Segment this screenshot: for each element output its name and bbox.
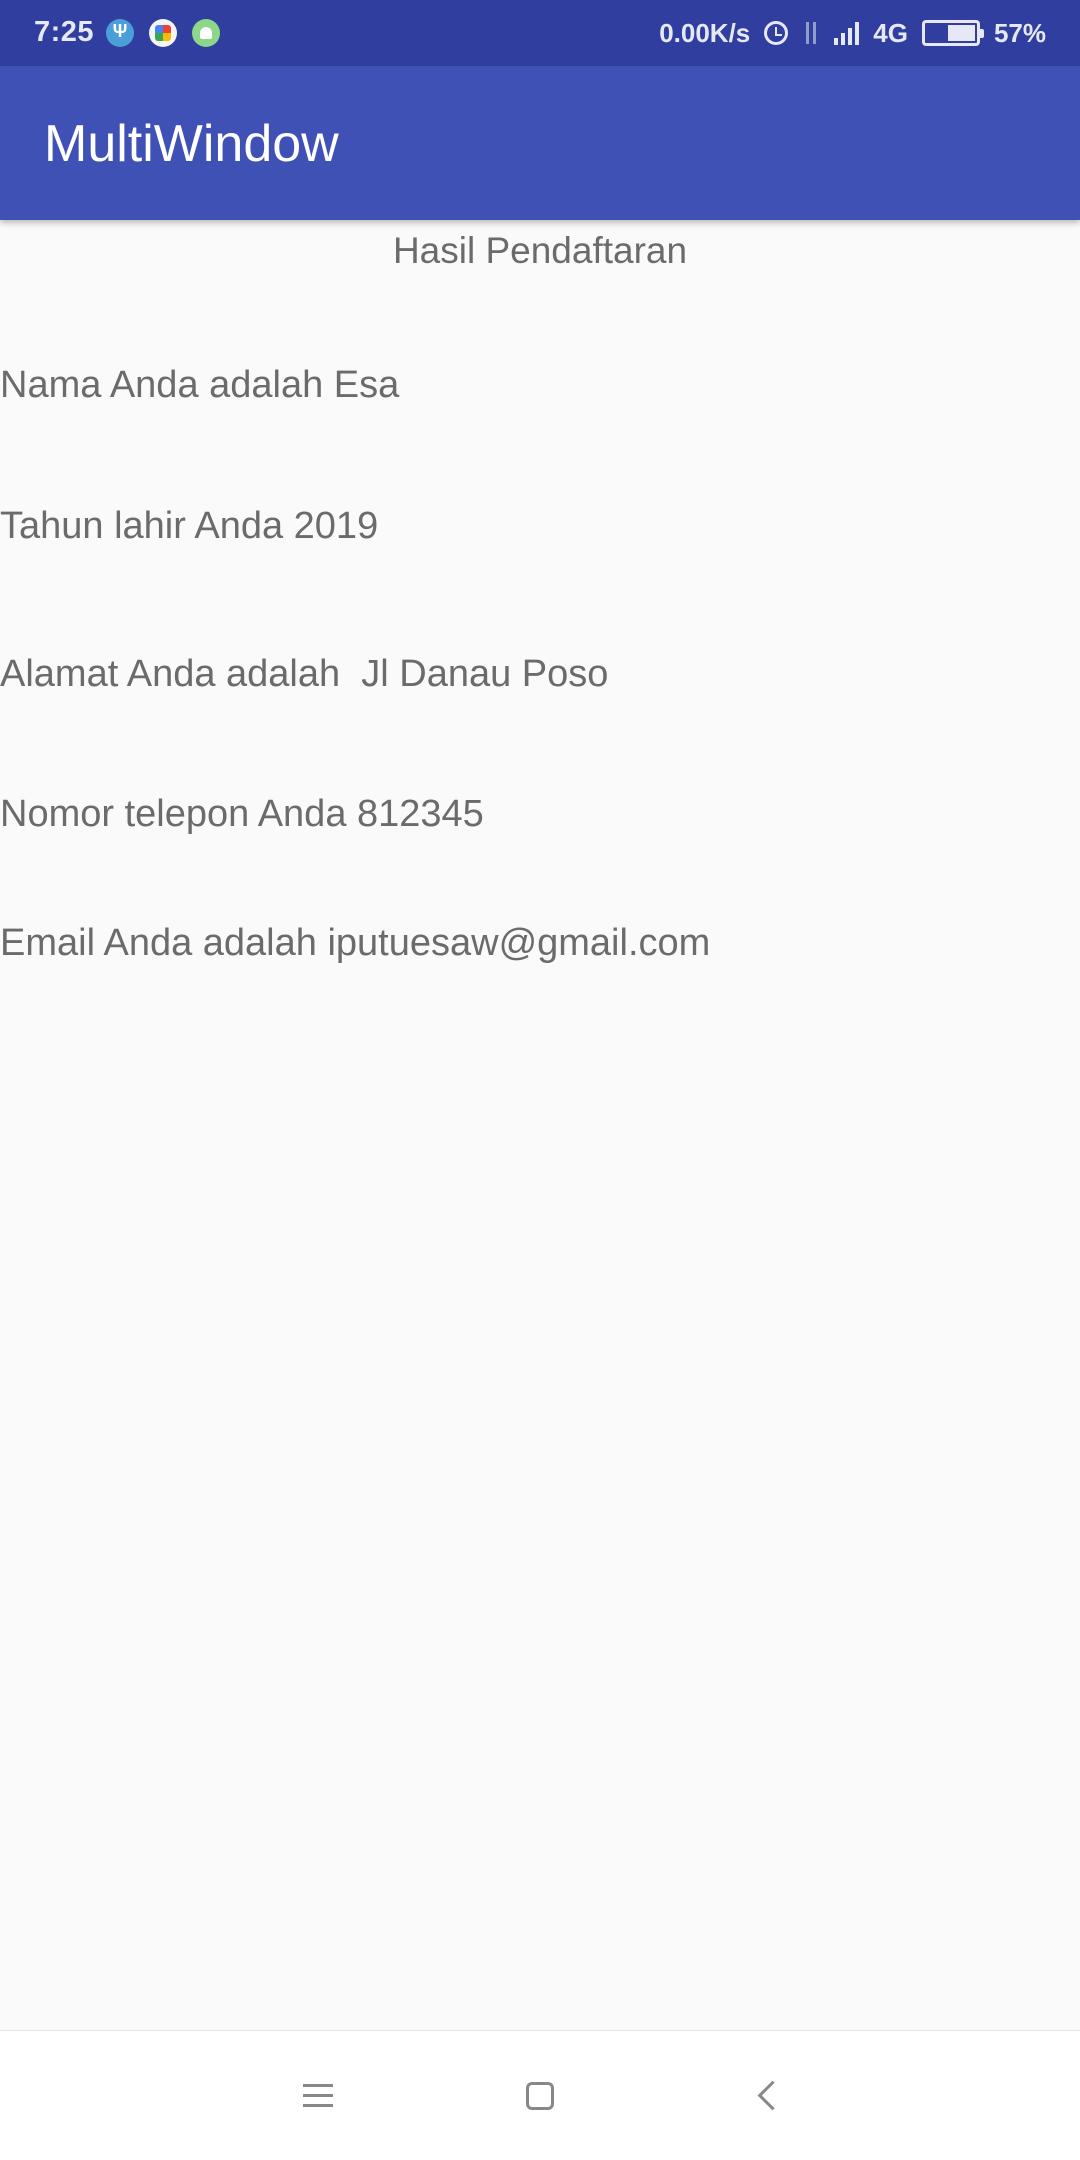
birth-year-result-text: Tahun lahir Anda 2019: [0, 505, 379, 547]
phone-result-text: Nomor telepon Anda 812345: [0, 793, 484, 835]
name-result-text: Nama Anda adalah Esa: [0, 364, 400, 406]
puzzle-icon: [149, 19, 177, 47]
battery-icon: [921, 20, 984, 46]
status-right-group: 0.00K/s 4G 57%: [659, 16, 1046, 50]
battery-fill: [947, 25, 975, 41]
address-result-text: Alamat Anda adalah Jl Danau Poso: [0, 653, 609, 695]
signal-icon: [834, 21, 860, 45]
app-bar: MultiWindow: [0, 66, 1080, 220]
data-arrows-icon: [802, 20, 820, 46]
network-speed: 0.00K/s: [659, 17, 751, 48]
back-icon[interactable]: [732, 2061, 802, 2131]
app-title: MultiWindow: [44, 115, 339, 173]
page-title: Hasil Pendaftaran: [392, 230, 688, 271]
network-type: 4G: [873, 17, 908, 48]
status-bar: 7:25 0.00K/s 4G 57%: [0, 0, 1080, 66]
registration-result: Hasil Pendaftaran Nama Anda adalah Esa T…: [0, 220, 1080, 2030]
alarm-icon: [764, 21, 789, 45]
email-result-text: Email Anda adalah iputuesaw@gmail.com: [0, 922, 711, 964]
battery-percent: 57%: [993, 17, 1046, 48]
screen: 7:25 0.00K/s 4G 57% MultiWindow Hasil Pe…: [0, 0, 1080, 2160]
navigation-bar: [0, 2030, 1080, 2160]
android-icon: [192, 19, 220, 47]
status-time: 7:25: [34, 16, 95, 48]
home-icon[interactable]: [505, 2061, 575, 2131]
menu-icon[interactable]: [283, 2061, 353, 2131]
usb-icon: [106, 19, 134, 47]
